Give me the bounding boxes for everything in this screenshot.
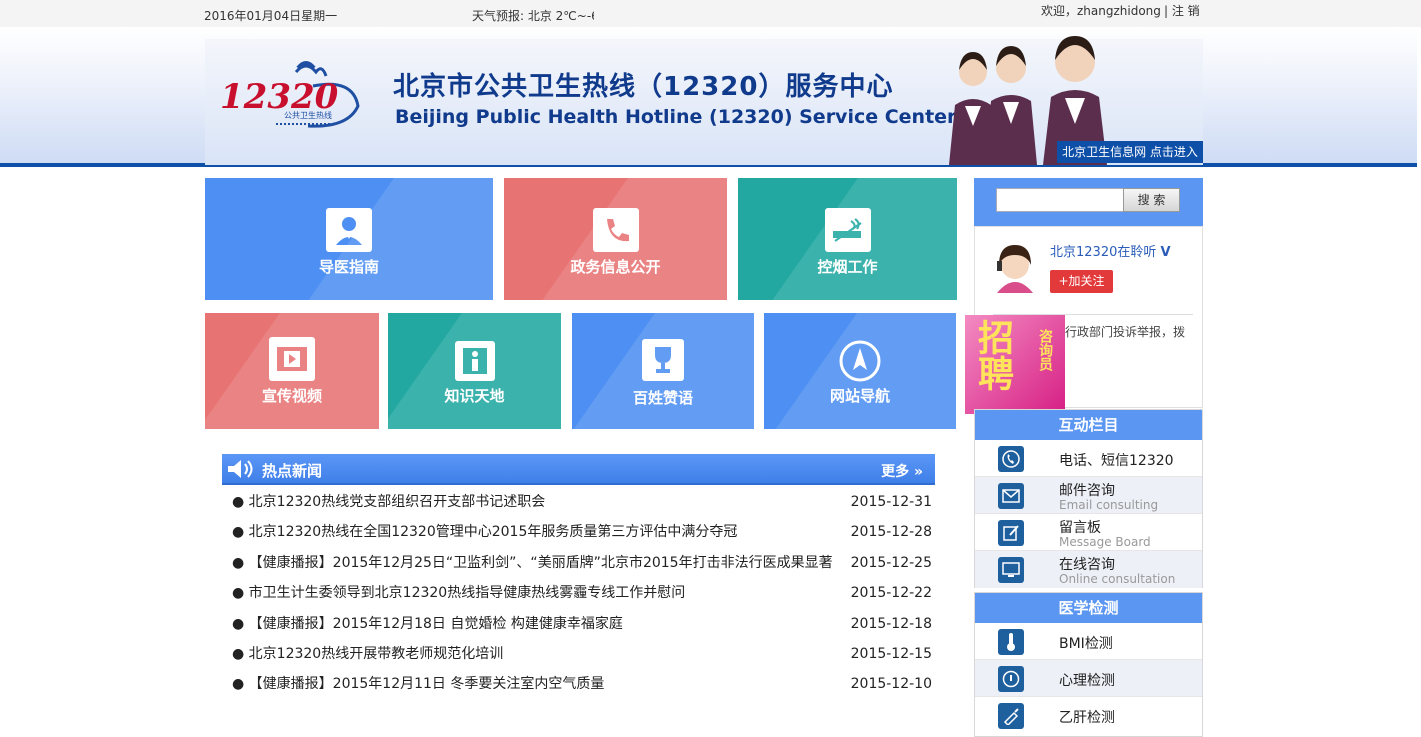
recruit-banner[interactable]: 招聘 咨询员 xyxy=(965,315,1065,414)
thermometer-icon xyxy=(998,629,1024,655)
tile-site-nav[interactable]: 网站导航 xyxy=(764,313,956,429)
top-bar: 2016年01月04日星期一 天气预报: 北京 2℃~-6℃ 欢迎，zhangz… xyxy=(0,0,1421,27)
hot-news-header: 热点新闻 更多 » xyxy=(222,454,935,485)
news-item[interactable]: ● 【健康播报】2015年12月11日 冬季要关注室内空气质量 2015-12-1… xyxy=(232,670,934,700)
trophy-icon xyxy=(642,339,684,381)
news-item[interactable]: ● 【健康播报】2015年12月25日“卫监利剑”、“美丽盾牌”北京市2015年… xyxy=(232,549,934,579)
search-panel: 搜 索 xyxy=(974,178,1203,226)
video-icon xyxy=(269,337,315,381)
site-title-cn: 北京市公共卫生热线（12320）服务中心 xyxy=(393,72,894,102)
search-input[interactable] xyxy=(996,188,1124,212)
syringe-icon xyxy=(998,703,1024,729)
medical-title: 医学检测 xyxy=(975,593,1202,623)
weibo-name[interactable]: 北京12320在聆听 V xyxy=(1050,241,1171,260)
tile-label: 控烟工作 xyxy=(817,258,878,276)
recruit-big-text: 招聘 xyxy=(972,319,1013,391)
hotline-logo[interactable]: 12320 公共卫生热线 xyxy=(218,58,368,133)
chevron-right-icon: » xyxy=(913,464,923,480)
medical-item-hepatitis[interactable]: 乙肝检测 xyxy=(975,697,1202,734)
compass-icon xyxy=(837,339,883,383)
phone-icon xyxy=(592,208,639,252)
speaker-icon xyxy=(228,460,253,478)
doctor-icon xyxy=(326,208,372,252)
medical-panel: 医学检测 BMI检测 心理检测 乙肝检测 xyxy=(974,592,1203,737)
interactive-item-message-board[interactable]: 留言板 Message Board xyxy=(975,514,1202,551)
health-portal-link[interactable]: 北京卫生信息网 点击进入 xyxy=(1057,141,1203,163)
monitor-icon xyxy=(998,557,1024,583)
news-item[interactable]: ● 北京12320热线开展带教老师规范化培训 2015-12-15 xyxy=(232,640,934,670)
tile-label: 宣传视频 xyxy=(261,387,322,405)
verified-icon: V xyxy=(1160,245,1171,260)
site-title-en: Beijing Public Health Hotline (12320) Se… xyxy=(395,106,957,128)
weibo-snippet: 行政部门投诉举报，拨 xyxy=(1065,325,1186,339)
logo-subtext: 公共卫生热线 xyxy=(284,110,332,120)
tile-praise[interactable]: 百姓赞语 xyxy=(572,313,754,429)
recruit-small-text: 咨询员 xyxy=(1037,329,1053,371)
news-item[interactable]: ● 市卫生计生委领导到北京12320热线指导健康热线雾霾专线工作并慰问 2015-… xyxy=(232,579,934,609)
no-smoking-icon xyxy=(824,208,871,252)
info-icon xyxy=(454,341,495,381)
tile-label: 百姓赞语 xyxy=(632,389,693,407)
tile-knowledge[interactable]: 知识天地 xyxy=(388,313,561,429)
tile-tobacco-control[interactable]: 控烟工作 xyxy=(738,178,957,300)
follow-button[interactable]: +加关注 xyxy=(1050,270,1113,293)
tile-label: 知识天地 xyxy=(444,387,505,405)
logout-link[interactable]: | 注 销 xyxy=(1164,2,1200,19)
tile-guide[interactable]: 导医指南 xyxy=(205,178,493,300)
medical-item-psych[interactable]: 心理检测 xyxy=(975,660,1202,697)
news-more-link[interactable]: 更多 » xyxy=(881,461,923,481)
medical-item-bmi[interactable]: BMI检测 xyxy=(975,623,1202,660)
phone-icon xyxy=(998,446,1024,472)
weather-forecast: 天气预报: 北京 2℃~-6℃ xyxy=(472,9,594,23)
heart-gauge-icon xyxy=(998,666,1024,692)
interactive-item-email[interactable]: 邮件咨询 Email consulting xyxy=(975,477,1202,514)
weibo-avatar[interactable] xyxy=(989,241,1041,293)
interactive-panel: 互动栏目 电话、短信12320 邮件咨询 Email consulting 留言… xyxy=(974,409,1203,588)
news-item[interactable]: ● 【健康播报】2015年12月18日 自觉婚检 构建健康幸福家庭 2015-12… xyxy=(232,610,934,640)
search-button[interactable]: 搜 索 xyxy=(1123,188,1180,212)
tile-gov-info[interactable]: 政务信息公开 xyxy=(504,178,727,300)
tile-label: 政务信息公开 xyxy=(570,258,661,276)
tile-label: 网站导航 xyxy=(829,387,890,405)
tile-label: 导医指南 xyxy=(318,258,379,276)
interactive-title: 互动栏目 xyxy=(975,410,1202,440)
edit-icon xyxy=(998,520,1024,546)
welcome-text: 欢迎，zhangzhidong xyxy=(1041,4,1161,18)
interactive-item-online[interactable]: 在线咨询 Online consultation xyxy=(975,551,1202,588)
hot-news-title: 热点新闻 xyxy=(262,462,323,480)
interactive-item-phone[interactable]: 电话、短信12320 xyxy=(975,440,1202,477)
tile-promo-video[interactable]: 宣传视频 xyxy=(205,313,379,429)
news-list: ● 北京12320热线党支部组织召开支部书记述职会 2015-12-31 ● 北京… xyxy=(232,488,934,701)
mail-icon xyxy=(998,483,1024,509)
current-date: 2016年01月04日星期一 xyxy=(204,9,338,23)
news-item[interactable]: ● 北京12320热线在全国12320管理中心2015年服务质量第三方评估中满分… xyxy=(232,518,934,548)
news-item[interactable]: ● 北京12320热线党支部组织召开支部书记述职会 2015-12-31 xyxy=(232,488,934,518)
